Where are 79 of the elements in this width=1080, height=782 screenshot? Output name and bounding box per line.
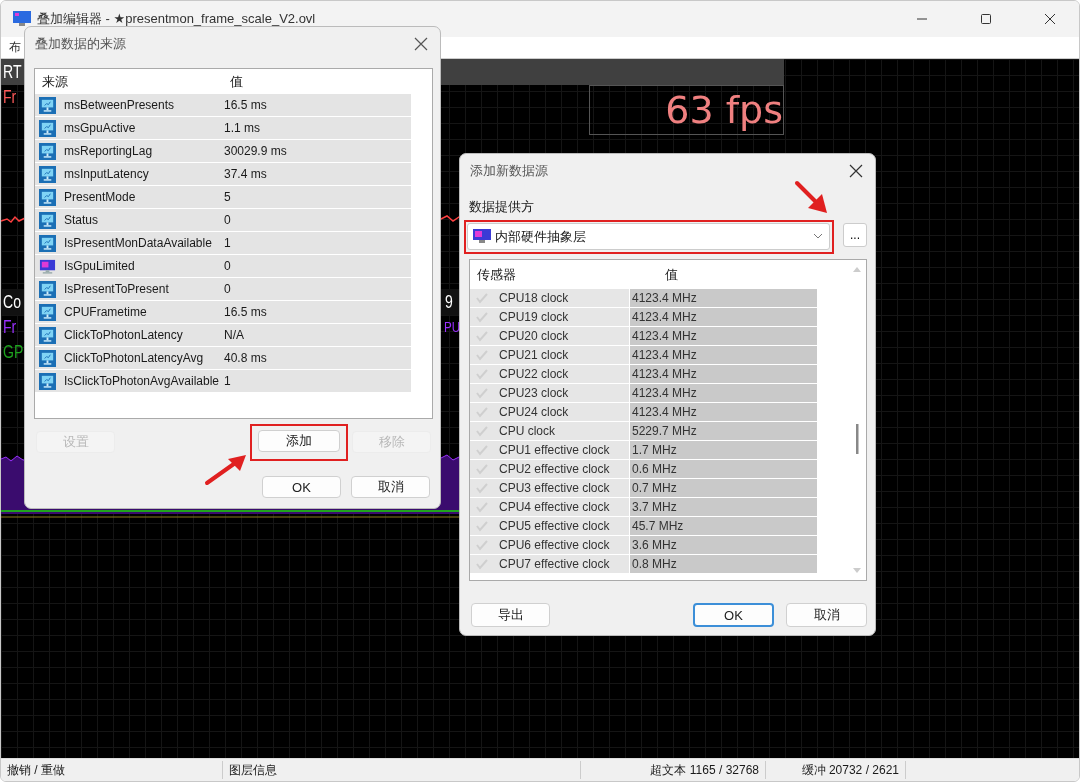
close-icon[interactable] — [849, 164, 863, 178]
sensor-row[interactable]: CPU19 clock 4123.4 MHz — [470, 308, 848, 326]
export-button[interactable]: 导出 — [471, 603, 550, 627]
source-row[interactable]: Status 0 — [35, 209, 411, 231]
source-row[interactable]: IsPresentToPresent 0 — [35, 278, 411, 300]
source-row[interactable]: IsClickToPhotonAvgAvailable 1 — [35, 370, 411, 392]
monitor-icon — [39, 349, 56, 367]
overlay-label: Fr — [3, 318, 17, 336]
sensor-row[interactable]: CPU24 clock 4123.4 MHz — [470, 403, 848, 421]
sensor-row[interactable]: CPU6 effective clock 3.6 MHz — [470, 536, 848, 554]
source-row[interactable]: IsPresentMonDataAvailable 1 — [35, 232, 411, 254]
close-icon[interactable] — [1044, 13, 1056, 25]
monitor-icon — [473, 229, 491, 244]
overlay-label: GP — [3, 343, 24, 361]
column-header[interactable]: 值 — [223, 72, 243, 91]
sensor-row[interactable]: CPU5 effective clock 45.7 MHz — [470, 517, 848, 535]
monitor-icon — [39, 142, 56, 160]
monitor-icon — [13, 11, 31, 27]
status-text: 图层信息 — [223, 761, 581, 779]
sensor-row[interactable]: CPU20 clock 4123.4 MHz — [470, 327, 848, 345]
dialog-button[interactable]: OK — [262, 476, 341, 498]
dialog-button[interactable]: OK — [693, 603, 774, 627]
overlay-label: RT — [3, 63, 22, 81]
monitor-icon — [39, 119, 56, 137]
overlay-label: 9 — [445, 293, 453, 311]
monitor-icon — [39, 372, 56, 390]
monitor-icon — [39, 96, 56, 114]
action-button[interactable]: 添加 — [258, 430, 340, 452]
overlay-label: PU — [444, 319, 461, 334]
more-button[interactable]: ... — [843, 223, 867, 247]
source-row[interactable]: msBetweenPresents 16.5 ms — [35, 94, 411, 116]
overlay-label: Fr — [3, 88, 17, 106]
fps-readout: 63 fps — [665, 88, 783, 132]
maximize-icon[interactable] — [980, 13, 992, 25]
source-row[interactable]: msGpuActive 1.1 ms — [35, 117, 411, 139]
sensor-row[interactable]: CPU21 clock 4123.4 MHz — [470, 346, 848, 364]
arrow-annotation — [204, 453, 248, 487]
dialog-button[interactable]: 取消 — [786, 603, 867, 627]
status-text: 缓冲 20732 / 2621 — [766, 761, 906, 779]
close-icon[interactable] — [414, 37, 428, 51]
status-text: 超文本 1165 / 32768 — [581, 761, 766, 779]
column-header[interactable]: 传感器 — [470, 265, 658, 284]
dialog-title: 添加新数据源 — [470, 162, 548, 180]
sensor-row[interactable]: CPU4 effective clock 3.7 MHz — [470, 498, 848, 516]
monitor-icon — [39, 188, 56, 206]
sensor-row[interactable]: CPU3 effective clock 0.7 MHz — [470, 479, 848, 497]
status-text: 撤销 / 重做 — [1, 761, 223, 779]
tab[interactable]: 布 — [1, 39, 25, 56]
monitor-icon — [39, 280, 56, 298]
dialog-title: 叠加数据的来源 — [35, 35, 126, 53]
sensor-row[interactable]: CPU23 clock 4123.4 MHz — [470, 384, 848, 402]
column-header[interactable]: 值 — [658, 265, 678, 284]
dialog-button[interactable]: 取消 — [351, 476, 430, 498]
source-row[interactable]: msInputLatency 37.4 ms — [35, 163, 411, 185]
field-label: 数据提供方 — [469, 198, 534, 216]
monitor-icon — [39, 211, 56, 229]
source-row[interactable]: IsGpuLimited 0 — [35, 255, 411, 277]
overlay-label: Co — [3, 293, 21, 311]
provider-dropdown[interactable]: 内部硬件抽象层 — [467, 223, 830, 250]
caret-icon[interactable] — [813, 233, 823, 239]
monitor-icon — [39, 326, 56, 344]
sensor-row[interactable]: CPU22 clock 4123.4 MHz — [470, 365, 848, 383]
source-row[interactable]: ClickToPhotonLatencyAvg 40.8 ms — [35, 347, 411, 369]
sensor-row[interactable]: CPU18 clock 4123.4 MHz — [470, 289, 848, 307]
source-row[interactable]: PresentMode 5 — [35, 186, 411, 208]
sensor-row[interactable]: CPU7 effective clock 0.8 MHz — [470, 555, 848, 573]
column-header[interactable]: 来源 — [35, 72, 223, 91]
source-row[interactable]: msReportingLag 30029.9 ms — [35, 140, 411, 162]
sensor-row[interactable]: CPU2 effective clock 0.6 MHz — [470, 460, 848, 478]
sensor-row[interactable]: CPU1 effective clock 1.7 MHz — [470, 441, 848, 459]
monitor-icon — [39, 234, 56, 252]
monitor-icon — [39, 257, 56, 275]
arrow-annotation — [794, 180, 830, 216]
source-row[interactable]: CPUFrametime 16.5 ms — [35, 301, 411, 323]
window-title: 叠加编辑器 - ★presentmon_frame_scale_V2.ovl — [37, 10, 317, 28]
monitor-icon — [39, 303, 56, 321]
source-row[interactable]: ClickToPhotonLatency N/A — [35, 324, 411, 346]
sensor-row[interactable]: CPU clock 5229.7 MHz — [470, 422, 848, 440]
monitor-icon — [39, 165, 56, 183]
